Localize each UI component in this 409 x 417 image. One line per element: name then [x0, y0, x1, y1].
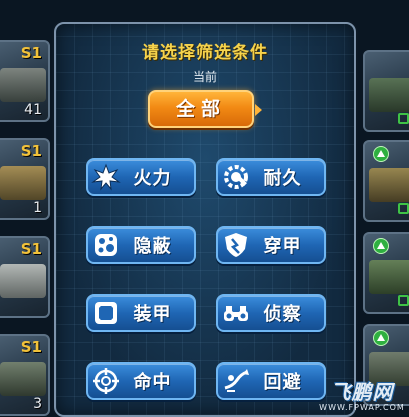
vehicle-image	[369, 78, 409, 112]
vehicle-card[interactable]: S1 41	[0, 40, 50, 122]
upgrade-arrow-icon	[373, 238, 389, 254]
vehicle-image	[0, 264, 46, 298]
filter-label: 装甲	[133, 304, 172, 325]
filter-label: 隐蔽	[133, 236, 172, 257]
dodge-icon	[219, 364, 253, 398]
vehicle-card[interactable]	[363, 140, 409, 222]
vehicle-card[interactable]: S1 1	[0, 138, 50, 220]
vehicle-level: 41	[24, 102, 42, 118]
vehicle-image	[0, 362, 46, 396]
rank-badge: S1	[20, 44, 42, 62]
checkbox-icon	[398, 203, 409, 214]
filter-label: 火力	[133, 168, 172, 189]
concealment-filter-button[interactable]: 隐蔽	[86, 226, 196, 264]
vehicle-image	[369, 260, 409, 294]
watermark-logo: 飞鹏网	[330, 380, 394, 404]
background-right-vehicle-list	[349, 0, 409, 417]
checkbox-icon	[398, 113, 409, 124]
vehicle-card[interactable]	[363, 232, 409, 314]
upgrade-arrow-icon	[373, 146, 389, 162]
current-filter-label: 当前	[192, 70, 217, 84]
checkbox-icon	[398, 295, 409, 306]
armor-filter-button[interactable]: 装甲	[86, 294, 196, 332]
vehicle-card[interactable]: S1 3	[0, 334, 50, 416]
vehicle-image	[0, 166, 46, 200]
camouflage-icon	[89, 228, 123, 262]
durability-filter-button[interactable]: 耐久	[216, 158, 326, 196]
pierced-shield-icon	[219, 228, 253, 262]
filter-dialog: 请选择筛选条件 当前 全部 火力 耐久 隐蔽 穿甲 装甲 侦察 命中 回避	[54, 22, 356, 417]
gear-wrench-icon	[219, 160, 253, 194]
vehicle-image	[0, 68, 46, 102]
explosion-icon	[89, 160, 123, 194]
binoculars-icon	[219, 296, 253, 330]
vehicle-card[interactable]	[363, 50, 409, 132]
penetration-filter-button[interactable]: 穿甲	[216, 226, 326, 264]
filter-label: 侦察	[263, 304, 302, 325]
site-watermark: 飞鹏网 WWW.FPWAP.COM	[317, 381, 407, 415]
reconnaissance-filter-button[interactable]: 侦察	[216, 294, 326, 332]
filter-label: 命中	[133, 372, 172, 393]
dialog-title: 请选择筛选条件	[142, 43, 268, 63]
background-left-vehicle-list: S1 41 S1 1 S1 S1 3	[0, 0, 60, 417]
vehicle-card[interactable]: S1	[0, 236, 50, 318]
vehicle-level: 1	[33, 200, 42, 216]
crosshair-icon	[89, 364, 123, 398]
filter-label: 耐久	[263, 168, 302, 189]
accuracy-filter-button[interactable]: 命中	[86, 362, 196, 400]
armor-plate-icon	[89, 296, 123, 330]
rank-badge: S1	[20, 240, 42, 258]
firepower-filter-button[interactable]: 火力	[86, 158, 196, 196]
rank-badge: S1	[20, 338, 42, 356]
rank-badge: S1	[20, 142, 42, 160]
evasion-filter-button[interactable]: 回避	[216, 362, 326, 400]
vehicle-level: 3	[33, 396, 42, 412]
upgrade-arrow-icon	[373, 330, 389, 346]
watermark-url: WWW.FPWAP.COM	[319, 403, 405, 412]
all-filter-button[interactable]: 全部	[148, 90, 262, 128]
vehicle-image	[369, 168, 409, 202]
filter-label: 穿甲	[263, 236, 302, 257]
filter-label: 回避	[263, 372, 302, 393]
